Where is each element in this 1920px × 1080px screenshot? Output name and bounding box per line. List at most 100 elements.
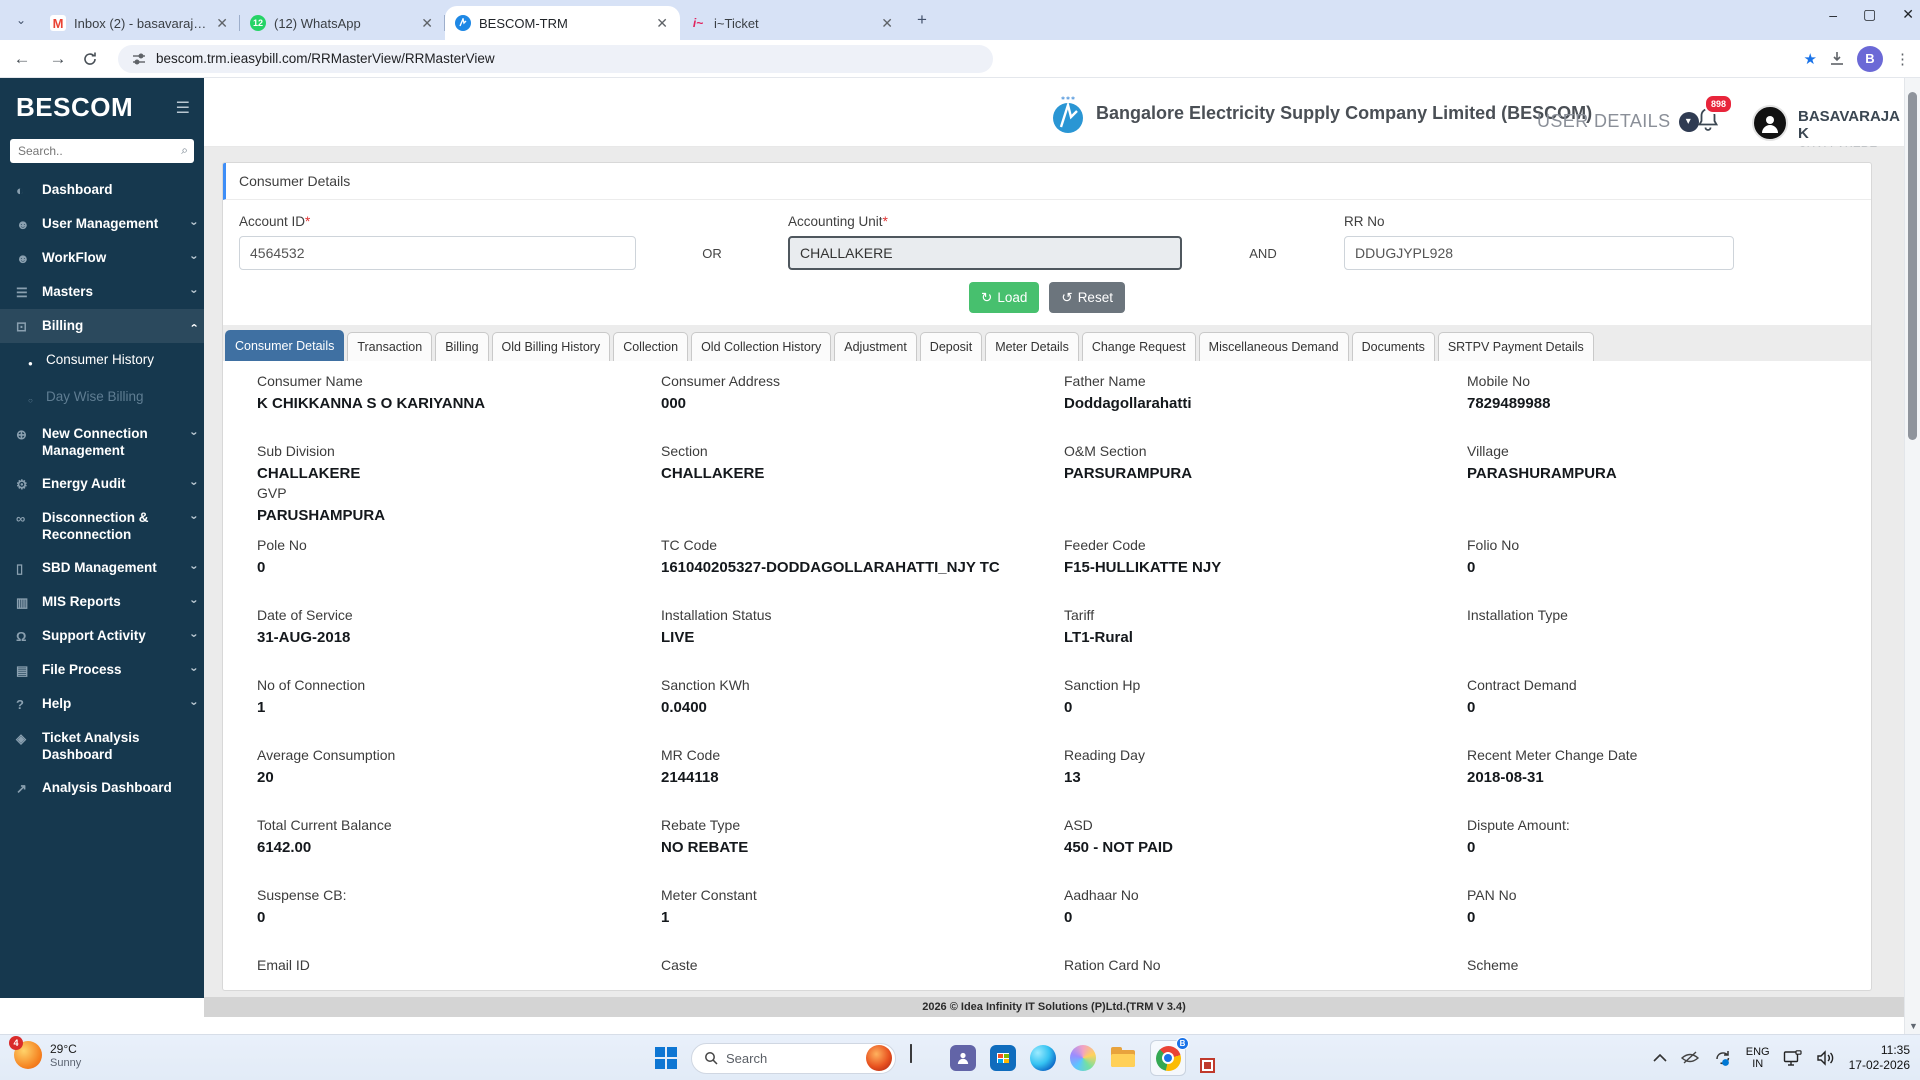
network-icon[interactable] [1783, 1049, 1803, 1067]
back-icon[interactable]: ← [10, 49, 34, 69]
sidebar-item[interactable]: ◐ Dashboard › [0, 173, 204, 207]
close-icon[interactable]: ✕ [214, 15, 230, 32]
teams-icon[interactable] [950, 1045, 976, 1071]
tab[interactable]: Documents [1351, 332, 1435, 361]
privacy-eye-off-icon[interactable] [1680, 1050, 1700, 1066]
search-icon[interactable]: ⌕ [181, 143, 188, 158]
browser-menu-icon[interactable]: ⋮ [1895, 50, 1910, 68]
sidebar-item[interactable]: ▥ MIS Reports › [0, 585, 204, 619]
browser-tab-bescom[interactable]: BESCOM-TRM ✕ [445, 6, 680, 40]
tab[interactable]: Old Billing History [491, 332, 611, 361]
sync-icon[interactable] [1713, 1049, 1733, 1067]
phone-link-icon[interactable] [910, 1044, 936, 1071]
chrome-profile-badge: B [1176, 1037, 1189, 1050]
sidebar-item[interactable]: ⊕ New Connection Management › [0, 417, 204, 467]
sidebar-item[interactable]: ∞ Disconnection & Reconnection › [0, 501, 204, 551]
tab[interactable]: Old Collection History [691, 332, 832, 361]
sidebar-item[interactable]: ☻ User Management › [0, 207, 204, 241]
search-input[interactable] [10, 139, 194, 163]
maximize-button[interactable]: ▢ [1863, 6, 1876, 23]
scrollbar-thumb[interactable] [1908, 92, 1917, 440]
close-icon[interactable]: ✕ [879, 15, 895, 32]
scroll-down-arrow[interactable]: ▼ [1909, 1021, 1918, 1031]
tab[interactable]: Deposit [919, 332, 983, 361]
tab[interactable]: Collection [613, 332, 689, 361]
tab[interactable]: Transaction [347, 332, 433, 361]
browser-profile-avatar[interactable]: B [1857, 45, 1883, 72]
sidebar-item[interactable]: ▤ File Process › [0, 653, 204, 687]
field-value: 6142.00 [257, 839, 312, 856]
scrollbar[interactable]: ▼ [1904, 78, 1920, 1034]
language-indicator[interactable]: ENG IN [1746, 1046, 1770, 1070]
user-details-menu[interactable]: USER DETAILS ▾ [1537, 111, 1699, 132]
chrome-taskbar-icon[interactable]: B [1150, 1037, 1189, 1076]
reload-icon[interactable] [82, 51, 106, 67]
weather-widget[interactable]: 4 29°C Sunny [9, 1036, 81, 1069]
forward-icon[interactable]: → [46, 49, 70, 69]
minimize-button[interactable]: – [1829, 7, 1837, 23]
sidebar-item[interactable]: ↗ Analysis Dashboard › [0, 771, 204, 805]
chevron-down-icon: › [187, 481, 202, 486]
tab[interactable]: Change Request [1081, 332, 1196, 361]
field-subvalue [1064, 857, 1467, 875]
bookmark-star-icon[interactable]: ★ [1804, 50, 1817, 68]
tray-chevron-up-icon[interactable] [1653, 1054, 1667, 1062]
download-icon[interactable] [1829, 51, 1845, 67]
field-value [661, 979, 1064, 990]
detail-field: Recent Meter Change Date 2018-08-31 [1467, 747, 1837, 817]
tab-search-button[interactable]: ⌄ [8, 7, 34, 33]
new-tab-button[interactable]: + [909, 7, 935, 33]
account-id-input[interactable] [239, 236, 636, 270]
accounting-unit-input[interactable] [788, 236, 1182, 270]
taskbar-clock[interactable]: 11:35 17-02-2026 [1849, 1043, 1910, 1073]
sidebar-item[interactable]: ▯ SBD Management › [0, 551, 204, 585]
load-button[interactable]: ↻ Load [969, 282, 1040, 313]
tab[interactable]: Miscellaneous Demand [1198, 332, 1349, 361]
taskbar-search[interactable]: Search [691, 1042, 896, 1074]
tab[interactable]: SRTPV Payment Details [1437, 332, 1594, 361]
field-label: O&M Section [1064, 443, 1147, 459]
hamburger-icon[interactable]: ☰ [176, 98, 190, 118]
edge-icon[interactable] [1030, 1045, 1056, 1071]
company-title: Bangalore Electricity Supply Company Lim… [1096, 103, 1593, 123]
sidebar-item[interactable]: ⊡ Billing › [0, 309, 204, 343]
browser-tab-iticket[interactable]: i~ i~Ticket ✕ [680, 6, 905, 40]
detail-tabs: Consumer Details Transaction Billing Old… [223, 325, 1871, 361]
notifications-bell[interactable]: 898 [1696, 94, 1734, 132]
field-subvalue [257, 577, 661, 595]
close-window-button[interactable]: ✕ [1902, 6, 1914, 23]
browser-tab-gmail[interactable]: M Inbox (2) - basavarajbsamudra ✕ [40, 6, 240, 40]
copilot-icon[interactable] [1070, 1045, 1096, 1071]
tab[interactable]: Meter Details [985, 332, 1079, 361]
sidebar-item[interactable]: ● Consumer History › [0, 343, 204, 380]
tab[interactable]: Billing [435, 332, 489, 361]
search-highlight-image[interactable] [866, 1045, 892, 1071]
browser-tab-whatsapp[interactable]: 12 (12) WhatsApp ✕ [240, 6, 445, 40]
start-button[interactable] [655, 1047, 677, 1069]
tune-icon[interactable] [132, 52, 146, 66]
sidebar-item[interactable]: ⚙ Energy Audit › [0, 467, 204, 501]
file-explorer-icon[interactable] [1110, 1045, 1136, 1071]
microsoft-store-icon[interactable] [990, 1045, 1016, 1071]
menu-item-label: Billing [42, 318, 84, 333]
reset-button[interactable]: ↺ Reset [1049, 282, 1125, 313]
sidebar-item[interactable]: ☰ Masters › [0, 275, 204, 309]
sidebar-item[interactable]: Ω Support Activity › [0, 619, 204, 653]
sidebar-item[interactable]: ◈ Ticket Analysis Dashboard › [0, 721, 204, 771]
detail-field: Sanction KWh 0.0400 [661, 677, 1064, 747]
close-icon[interactable]: ✕ [419, 15, 435, 32]
url-text[interactable]: bescom.trm.ieasybill.com/RRMasterView/RR… [156, 51, 495, 66]
rr-no-input[interactable] [1344, 236, 1734, 270]
volume-icon[interactable] [1816, 1050, 1836, 1066]
sidebar-item[interactable]: ☻ WorkFlow › [0, 241, 204, 275]
address-bar[interactable]: bescom.trm.ieasybill.com/RRMasterView/RR… [118, 44, 993, 73]
pinned-app-icon[interactable] [1200, 1057, 1215, 1073]
field-label: Caste [661, 957, 698, 973]
sidebar-item[interactable]: ○ Day Wise Billing › [0, 380, 204, 417]
user-avatar[interactable] [1752, 105, 1788, 141]
tab[interactable]: Consumer Details [225, 330, 345, 361]
close-icon[interactable]: ✕ [654, 15, 670, 32]
tab[interactable]: Adjustment [834, 332, 917, 361]
sidebar-item[interactable]: ? Help › [0, 687, 204, 721]
detail-field: Installation Type [1467, 607, 1837, 677]
